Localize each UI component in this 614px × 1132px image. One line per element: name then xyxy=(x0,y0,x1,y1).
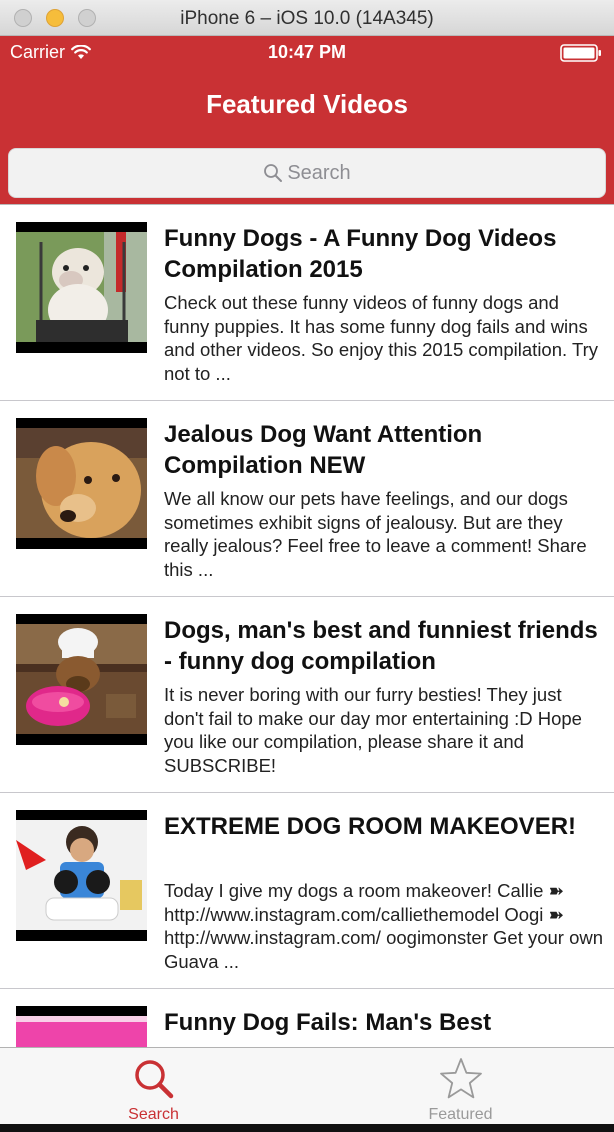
video-thumbnail xyxy=(16,810,147,941)
room-makeover-image xyxy=(16,820,147,930)
status-time: 10:47 PM xyxy=(267,42,347,62)
tab-label: Featured xyxy=(428,1106,493,1123)
tab-bar: Search Featured xyxy=(0,1047,614,1124)
chef-dog-image xyxy=(16,624,147,734)
video-description: We all know our pets have feelings, and … xyxy=(164,488,587,580)
video-thumbnail xyxy=(16,614,147,745)
video-thumbnail xyxy=(16,222,147,353)
bulldog-image xyxy=(16,232,147,342)
tab-featured[interactable]: Featured xyxy=(307,1048,614,1125)
video-description: Check out these funny videos of funny do… xyxy=(164,292,598,384)
video-title: Funny Dog Fails: Man's Best xyxy=(164,1009,492,1036)
list-item[interactable]: EXTREME DOG ROOM MAKEOVER! Today I give … xyxy=(0,793,614,989)
video-title: EXTREME DOG ROOM MAKEOVER! xyxy=(164,813,577,840)
search-input[interactable]: Search xyxy=(8,148,606,198)
list-item[interactable]: Dogs, man's best and funniest friends - … xyxy=(0,597,614,793)
search-icon xyxy=(134,1060,173,1099)
search-bar: Search xyxy=(0,141,614,205)
video-description: Today I give my dogs a room makeover! Ca… xyxy=(164,880,604,972)
video-list: Funny Dogs - A Funny Dog Videos Compilat… xyxy=(0,205,614,1047)
search-placeholder: Search xyxy=(287,161,351,184)
simulator-title: iPhone 6 – iOS 10.0 (14A345) xyxy=(180,8,434,29)
list-item[interactable]: Funny Dogs - A Funny Dog Videos Compilat… xyxy=(0,205,614,401)
list-item[interactable]: Funny Dog Fails: Man's Best xyxy=(0,989,614,1047)
tab-search[interactable]: Search xyxy=(0,1048,307,1125)
video-title: Funny Dogs - A Funny Dog Videos Compilat… xyxy=(164,225,557,283)
dog-fails-image xyxy=(16,1016,147,1047)
video-title: Dogs, man's best and funniest friends - … xyxy=(164,617,598,675)
page-title: Featured Videos xyxy=(206,89,408,119)
window-bottom-edge xyxy=(0,1124,614,1132)
navigation-header: Carrier 10:47 PM Featured Videos xyxy=(0,36,614,141)
golden-retriever-image xyxy=(16,428,147,538)
list-item[interactable]: Jealous Dog Want Attention Compilation N… xyxy=(0,401,614,597)
search-icon xyxy=(264,164,283,182)
tab-label: Search xyxy=(128,1106,179,1123)
video-thumbnail xyxy=(16,418,147,549)
simulator-title-bar: iPhone 6 – iOS 10.0 (14A345) xyxy=(0,0,614,36)
battery-icon xyxy=(560,44,601,62)
star-icon xyxy=(439,1058,482,1099)
video-thumbnail xyxy=(16,1006,147,1047)
video-title: Jealous Dog Want Attention Compilation N… xyxy=(164,421,483,479)
video-description: It is never boring with our furry bestie… xyxy=(164,684,582,776)
